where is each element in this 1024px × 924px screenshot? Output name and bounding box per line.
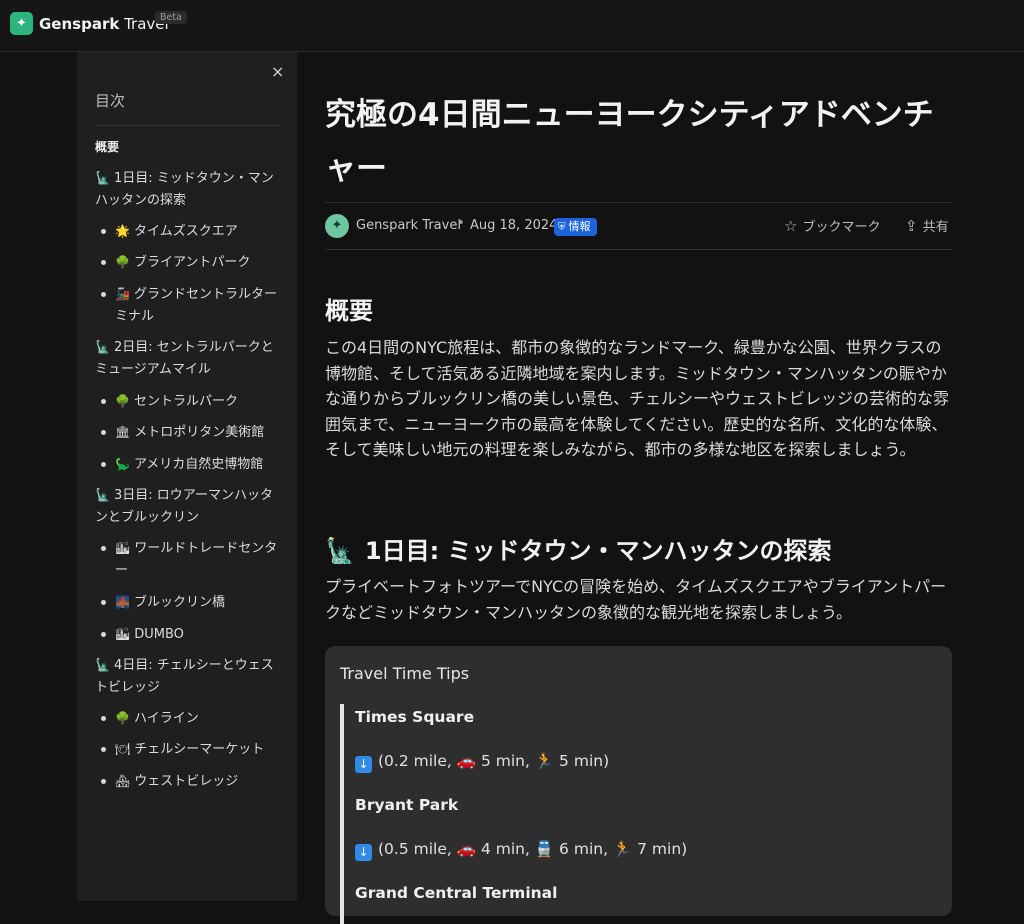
star-outline-icon: ☆ bbox=[784, 217, 798, 235]
close-icon[interactable]: × bbox=[271, 62, 285, 81]
toc-item-met-museum[interactable]: 🏛 メトロポリタン美術館 bbox=[115, 421, 280, 444]
share-icon: ⇪ bbox=[905, 217, 918, 235]
tree-icon: 🌳 bbox=[115, 711, 130, 725]
top-bar: ✦ Genspark Travel Beta bbox=[0, 0, 1024, 52]
toc-title: 目次 bbox=[95, 92, 126, 110]
bullet bbox=[101, 462, 106, 467]
bullet bbox=[101, 399, 106, 404]
overview-heading: 概要 bbox=[325, 297, 373, 325]
bullet bbox=[101, 229, 106, 234]
bookmark-button[interactable]: ☆ ブックマーク bbox=[784, 216, 880, 235]
toc-item-bryant-park[interactable]: 🌳 ブライアントパーク bbox=[115, 251, 280, 274]
beta-badge: Beta bbox=[155, 11, 187, 24]
down-arrow-icon: ↓ bbox=[355, 756, 372, 773]
plate-icon: 🍽 bbox=[115, 742, 131, 756]
bridge-icon: 🌉 bbox=[115, 595, 130, 609]
bullet bbox=[101, 260, 106, 265]
toc-item-natural-history[interactable]: 🦕 アメリカ自然史博物館 bbox=[115, 453, 280, 476]
shield-icon: ⛨ bbox=[558, 222, 566, 233]
toc-divider bbox=[95, 125, 280, 126]
article-meta-bar: ✦ Genspark Travel • Aug 18, 2024 ⛨ 情報 ☆ ブッ… bbox=[325, 202, 952, 250]
toc-item-chelsea-market[interactable]: 🍽 チェルシーマーケット bbox=[115, 738, 280, 761]
toc-item-west-village[interactable]: 🏘 ウェストビレッジ bbox=[115, 770, 280, 793]
bullet bbox=[101, 716, 106, 721]
tips-title: Travel Time Tips bbox=[340, 664, 470, 683]
stop-name: Bryant Park bbox=[355, 796, 459, 814]
author-name[interactable]: Genspark Travel bbox=[356, 218, 461, 233]
publish-date: Aug 18, 2024 bbox=[470, 218, 558, 233]
statue-of-liberty-icon: 🗽 bbox=[95, 171, 110, 185]
train-icon: 🚂 bbox=[115, 287, 130, 301]
travel-time-tips-card: Travel Time Tips Times Square ↓ (0.2 mile… bbox=[325, 646, 952, 924]
star-icon: 🌟 bbox=[115, 224, 130, 238]
cityscape-icon: 🏙 bbox=[115, 627, 131, 641]
toc-item-dumbo[interactable]: 🏙 DUMBO bbox=[115, 623, 280, 646]
bullet bbox=[101, 779, 106, 784]
dinosaur-icon: 🦕 bbox=[115, 457, 130, 471]
bullet bbox=[101, 600, 106, 605]
brand-name[interactable]: Genspark Travel bbox=[39, 15, 169, 33]
meta-separator: • bbox=[457, 216, 465, 231]
cityscape-icon: 🏙 bbox=[115, 541, 131, 555]
bullet bbox=[101, 747, 106, 752]
tree-icon: 🌳 bbox=[115, 255, 130, 269]
toc-item-day2[interactable]: 🗽 2日目: セントラルパークとミュージアムマイル bbox=[95, 336, 280, 381]
toc-item-high-line[interactable]: 🌳 ハイライン bbox=[115, 707, 280, 730]
museum-icon: 🏛 bbox=[115, 425, 131, 439]
toc-item-central-park[interactable]: 🌳 セントラルパーク bbox=[115, 390, 280, 413]
day1-paragraph: プライベートフォトツアーでNYCの冒険を始め、タイムズスクエアやブライアントパー… bbox=[325, 577, 947, 622]
toc-item-day3[interactable]: 🗽 3日目: ロウアーマンハッタンとブルックリン bbox=[95, 484, 280, 529]
share-button[interactable]: ⇪ 共有 bbox=[905, 216, 949, 235]
down-arrow-icon: ↓ bbox=[355, 844, 372, 861]
author-avatar: ✦ bbox=[325, 214, 349, 238]
statue-of-liberty-icon: 🗽 bbox=[325, 537, 355, 565]
bullet bbox=[101, 632, 106, 637]
toc-item-times-square[interactable]: 🌟 タイムズスクエア bbox=[115, 220, 280, 243]
statue-of-liberty-icon: 🗽 bbox=[95, 658, 110, 672]
bullet bbox=[101, 546, 106, 551]
toc-item-grand-central[interactable]: 🚂 グランドセントラルターミナル bbox=[115, 283, 280, 328]
stop-travel-info: ↓ (0.2 mile, 🚗 5 min, 🏃 5 min) bbox=[355, 752, 609, 773]
houses-icon: 🏘 bbox=[115, 774, 131, 788]
overview-paragraph: この4日間のNYC旅程は、都市の象徴的なランドマーク、緑豊かな公園、世界クラスの… bbox=[325, 338, 950, 459]
stop-travel-info: ↓ (0.5 mile, 🚗 4 min, 🚆 6 min, 🏃 7 min) bbox=[355, 840, 687, 861]
tips-quote-bar bbox=[340, 704, 344, 924]
bullet bbox=[101, 292, 106, 297]
stop-name: Times Square bbox=[355, 708, 475, 726]
statue-of-liberty-icon: 🗽 bbox=[95, 488, 110, 502]
toc-item-day4[interactable]: 🗽 4日目: チェルシーとウェストビレッジ bbox=[95, 654, 280, 699]
genspark-logo-icon[interactable]: ✦ bbox=[10, 12, 33, 35]
toc-item-world-trade-center[interactable]: 🏙 ワールドトレードセンター bbox=[115, 537, 280, 582]
toc-item-brooklyn-bridge[interactable]: 🌉 ブルックリン橋 bbox=[115, 591, 280, 614]
info-badge[interactable]: ⛨ 情報 bbox=[554, 218, 597, 236]
day1-heading: 🗽 1日目: ミッドタウン・マンハッタンの探索 bbox=[325, 537, 832, 565]
page-title: 究極の4日間ニューヨークシティアドベンチャー bbox=[325, 97, 934, 187]
bullet bbox=[101, 430, 106, 435]
stop-name: Grand Central Terminal bbox=[355, 884, 558, 902]
toc-item-day1[interactable]: 🗽 1日目: ミッドタウン・マンハッタンの探索 bbox=[95, 167, 280, 212]
toc-item-overview[interactable]: 概要 bbox=[95, 136, 280, 158]
statue-of-liberty-icon: 🗽 bbox=[95, 340, 110, 354]
tree-icon: 🌳 bbox=[115, 394, 130, 408]
